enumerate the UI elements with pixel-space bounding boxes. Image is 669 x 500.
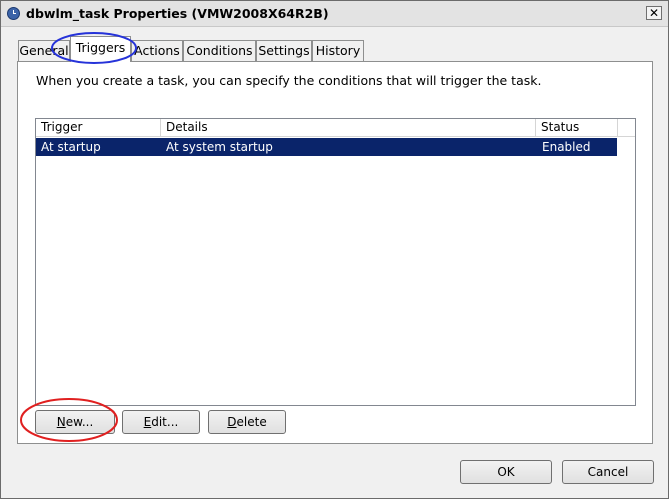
- tab-history[interactable]: History: [312, 40, 364, 61]
- clock-icon: [7, 7, 20, 20]
- triggers-list[interactable]: Trigger Details Status At startup At sys…: [35, 118, 636, 406]
- column-header-details[interactable]: Details: [161, 119, 536, 136]
- triggers-description: When you create a task, you can specify …: [36, 73, 542, 88]
- cancel-button[interactable]: Cancel: [562, 460, 654, 484]
- title-bar: dbwlm_task Properties (VMW2008X64R2B) ✕: [1, 1, 668, 27]
- status-cell: Enabled: [542, 140, 591, 154]
- window-title: dbwlm_task Properties (VMW2008X64R2B): [26, 6, 329, 21]
- tab-conditions[interactable]: Conditions: [183, 40, 256, 61]
- close-icon: ✕: [648, 6, 660, 20]
- edit-button[interactable]: Edit...: [122, 410, 200, 434]
- trigger-cell: At startup: [41, 140, 101, 154]
- new-button[interactable]: New...: [35, 410, 115, 434]
- close-button[interactable]: ✕: [646, 6, 662, 20]
- properties-dialog: dbwlm_task Properties (VMW2008X64R2B) ✕ …: [0, 0, 669, 499]
- tab-general[interactable]: General: [18, 40, 70, 61]
- column-header-status[interactable]: Status: [536, 119, 618, 136]
- tab-settings[interactable]: Settings: [256, 40, 312, 61]
- tab-actions[interactable]: Actions: [131, 40, 183, 61]
- list-header: Trigger Details Status: [36, 119, 635, 137]
- table-row[interactable]: At startup At system startup Enabled: [36, 138, 617, 156]
- ok-button[interactable]: OK: [460, 460, 552, 484]
- column-header-trigger[interactable]: Trigger: [36, 119, 161, 136]
- tab-triggers[interactable]: Triggers: [70, 36, 131, 62]
- triggers-panel: When you create a task, you can specify …: [17, 61, 653, 444]
- delete-button[interactable]: Delete: [208, 410, 286, 434]
- details-cell: At system startup: [166, 140, 273, 154]
